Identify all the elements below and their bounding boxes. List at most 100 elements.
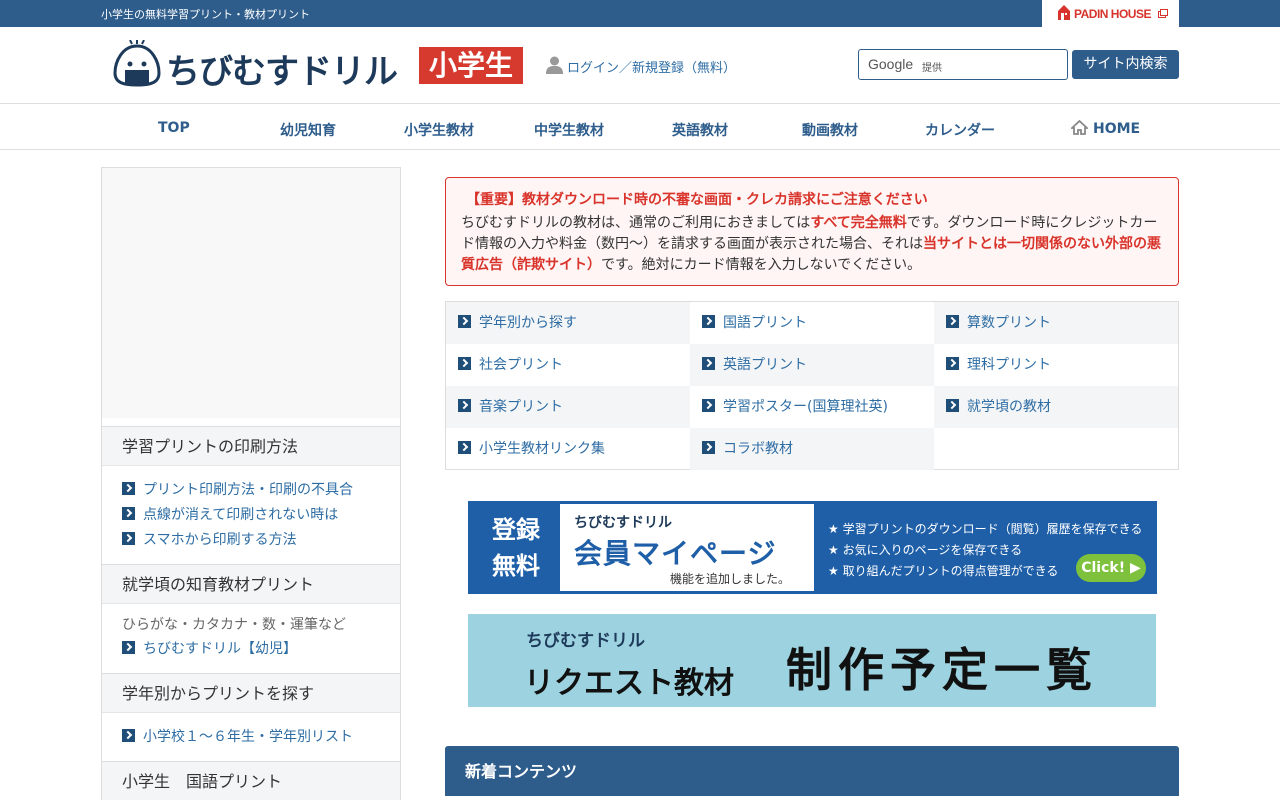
nav-top[interactable]: TOP	[158, 120, 190, 136]
notice-body: ちびむすドリルの教材は、通常のご利用におきましてはすべて完全無料です。ダウンロー…	[461, 213, 1163, 276]
chevron-right-icon	[458, 441, 471, 454]
site-logo[interactable]: ちびむすドリル 小学生	[112, 40, 524, 92]
category-label: 社会プリント	[479, 357, 563, 373]
sidebar-title-preschool: 就学頃の知育教材プリント	[102, 564, 400, 604]
member-banner-center: ちびむすドリル 会員マイページ 機能を追加しました。	[560, 504, 814, 591]
notice-text: ちびむすドリルの教材は、通常のご利用におきましては	[461, 215, 811, 231]
request-banner-title: リクエスト教材	[524, 666, 734, 701]
register-label: 登録	[492, 516, 540, 544]
free-label: 無料	[492, 552, 540, 580]
notice-text: です。絶対にカード情報を入力しないでください。	[601, 257, 922, 273]
ad-placeholder	[102, 168, 400, 418]
chevron-right-icon	[122, 532, 135, 545]
onigiri-mascot-icon	[113, 40, 161, 87]
sidebar-link-label: ちびむすドリル【幼児】	[143, 641, 297, 657]
member-feature: ★ お気に入りのページを保存できる	[828, 543, 1023, 557]
site-tagline: 小学生の無料学習プリント・教材プリント	[101, 8, 310, 21]
chevron-right-icon	[458, 315, 471, 328]
category-link-by-grade[interactable]: 学年別から探す	[446, 302, 690, 344]
notice-emphasis: すべて完全無料	[810, 215, 907, 231]
logo-grade-badge: 小学生	[419, 47, 523, 84]
sidebar-link-label: 点線が消えて印刷されない時は	[143, 507, 339, 523]
category-label: 小学生教材リンク集	[479, 441, 605, 457]
chevron-right-icon	[122, 729, 135, 742]
chevron-right-icon	[122, 507, 135, 520]
category-label: 就学頃の教材	[967, 399, 1051, 415]
nav-home[interactable]: HOME	[1071, 120, 1140, 137]
category-link-links[interactable]: 小学生教材リンク集	[446, 428, 690, 470]
sidebar-preschool-note: ひらがな・カタカナ・数・運筆など	[122, 617, 346, 633]
new-contents-header: 新着コンテンツ	[445, 746, 1179, 796]
member-page-banner[interactable]: 登録 無料 ちびむすドリル 会員マイページ 機能を追加しました。 ★ 学習プリン…	[468, 501, 1157, 594]
category-label: 国語プリント	[723, 315, 807, 331]
member-banner-subtitle: 機能を追加しました。	[670, 572, 791, 586]
chevron-right-icon	[946, 315, 959, 328]
logo-name: ちびむすドリル	[166, 52, 398, 92]
top-bar: 小学生の無料学習プリント・教材プリント PADIN HOUSE	[0, 0, 1280, 27]
sidebar-link-print-method[interactable]: プリント印刷方法・印刷の不具合	[122, 479, 353, 499]
chevron-right-icon	[122, 641, 135, 654]
sidebar-link-phone-print[interactable]: スマホから印刷する方法	[122, 529, 297, 549]
external-link-icon	[1158, 9, 1168, 18]
sidebar-link-grade-list[interactable]: 小学校１～６年生・学年別リスト	[122, 726, 353, 746]
nav-calendar[interactable]: カレンダー	[925, 120, 995, 140]
category-label: 学習ポスター(国算理社英)	[723, 399, 888, 415]
category-link-math[interactable]: 算数プリント	[934, 302, 1178, 344]
category-label: 英語プリント	[723, 357, 807, 373]
category-link-posters[interactable]: 学習ポスター(国算理社英)	[690, 386, 934, 428]
nav-english[interactable]: 英語教材	[672, 120, 728, 140]
nav-elementary[interactable]: 小学生教材	[404, 120, 474, 140]
category-label: 算数プリント	[967, 315, 1051, 331]
category-label: コラボ教材	[723, 441, 793, 457]
sidebar-link-preschool-drill[interactable]: ちびむすドリル【幼児】	[122, 638, 297, 658]
category-link-science[interactable]: 理科プリント	[934, 344, 1178, 386]
google-provided-label: 提供	[922, 63, 942, 74]
category-link-social[interactable]: 社会プリント	[446, 344, 690, 386]
request-banner-brand: ちびむすドリル	[526, 631, 645, 651]
category-link-music[interactable]: 音楽プリント	[446, 386, 690, 428]
nav-home-label: HOME	[1093, 121, 1141, 137]
sidebar-title-print-method: 学習プリントの印刷方法	[102, 426, 400, 466]
nav-junior-high[interactable]: 中学生教材	[534, 120, 604, 140]
category-link-english[interactable]: 英語プリント	[690, 344, 934, 386]
category-label: 理科プリント	[967, 357, 1051, 373]
sidebar-link-label: スマホから印刷する方法	[143, 532, 297, 548]
nav-video[interactable]: 動画教材	[802, 120, 858, 140]
sidebar-title-by-grade: 学年別からプリントを探す	[102, 673, 400, 713]
click-button[interactable]: Click! ▶	[1076, 554, 1146, 582]
category-label: 音楽プリント	[479, 399, 563, 415]
google-brand: Google	[868, 56, 914, 72]
category-grid: 学年別から探す 国語プリント 算数プリント 社会プリント 英語プリント 理科プリ…	[445, 301, 1179, 470]
sidebar: 学習プリントの印刷方法 プリント印刷方法・印刷の不具合 点線が消えて印刷されない…	[101, 167, 401, 800]
sidebar-link-label: 小学校１～６年生・学年別リスト	[143, 729, 353, 745]
register-free-label: 登録 無料	[481, 512, 551, 584]
search-input[interactable]: Google 提供	[858, 49, 1068, 80]
nav-preschool[interactable]: 幼児知育	[280, 120, 336, 140]
member-banner-brand: ちびむすドリル	[574, 515, 672, 531]
chevron-right-icon	[458, 399, 471, 412]
category-link-collab[interactable]: コラボ教材	[690, 428, 934, 470]
request-materials-banner[interactable]: ちびむすドリル リクエスト教材 制作予定一覧	[468, 614, 1156, 707]
main-nav: TOP 幼児知育 小学生教材 中学生教材 英語教材 動画教材 カレンダー HOM…	[0, 104, 1280, 150]
member-feature: ★ 学習プリントのダウンロード（閲覧）履歴を保存できる	[828, 522, 1143, 536]
chevron-right-icon	[946, 357, 959, 370]
chevron-right-icon	[702, 441, 715, 454]
padin-house-link[interactable]: PADIN HOUSE	[1042, 0, 1179, 27]
site-search-button[interactable]: サイト内検索	[1072, 50, 1179, 79]
category-link-japanese[interactable]: 国語プリント	[690, 302, 934, 344]
member-banner-title: 会員マイページ	[574, 537, 777, 570]
login-label: ログイン／新規登録（無料）	[567, 61, 737, 76]
user-icon	[546, 56, 563, 74]
padin-house-brand: PADIN HOUSE	[1074, 7, 1151, 21]
chevron-right-icon	[702, 315, 715, 328]
sidebar-link-dotted-lines[interactable]: 点線が消えて印刷されない時は	[122, 504, 338, 524]
important-notice: 【重要】教材ダウンロード時の不審な画面・クレカ請求にご注意ください ちびむすドリ…	[445, 177, 1179, 286]
sidebar-link-label: プリント印刷方法・印刷の不具合	[143, 482, 353, 498]
chevron-right-icon	[122, 482, 135, 495]
house-logo-icon	[1058, 5, 1070, 20]
chevron-right-icon	[946, 399, 959, 412]
category-link-preschool[interactable]: 就学頃の教材	[934, 386, 1178, 428]
sidebar-title-japanese: 小学生 国語プリント	[102, 761, 400, 800]
chevron-right-icon	[702, 357, 715, 370]
chevron-right-icon	[458, 357, 471, 370]
